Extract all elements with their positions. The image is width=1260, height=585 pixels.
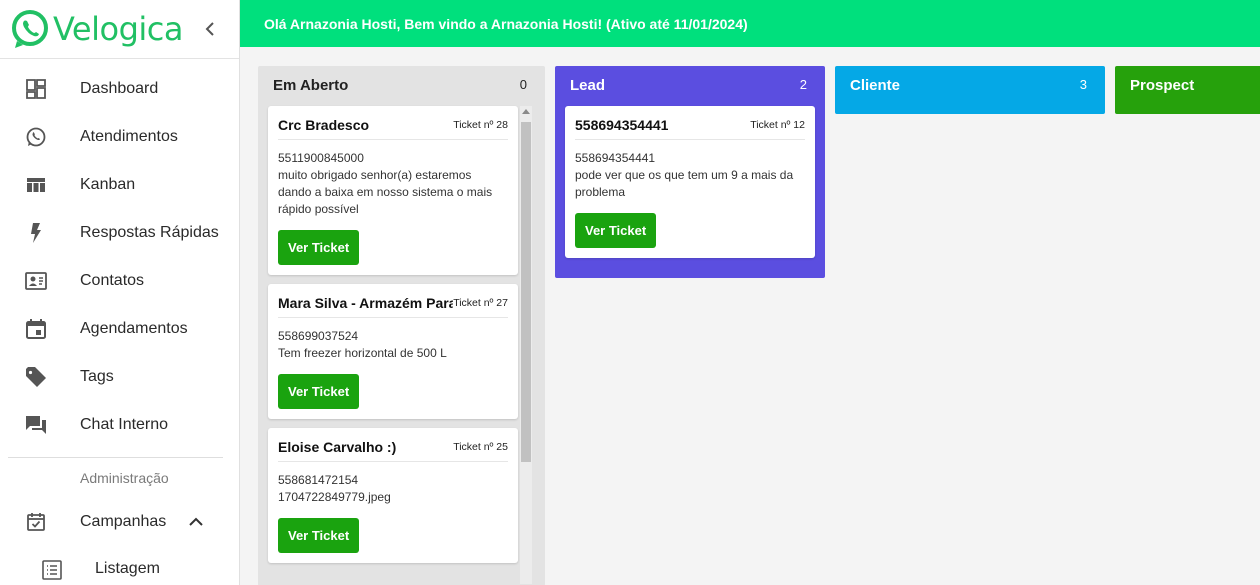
ver-ticket-button[interactable]: Ver Ticket [278,518,360,553]
column-lead: Lead 2 558694354441 Ticket nº 12 5586943… [555,66,825,278]
chevron-up-icon[interactable] [184,510,208,534]
column-title: Prospect [1130,77,1195,94]
app-logo-text: Velogica [53,10,183,48]
card-header: Mara Silva - Armazém Paraíba Ticket nº 2… [278,294,508,318]
whatsapp-logo-icon [12,10,48,48]
contact-phone: 558681472154 [278,473,359,487]
forum-icon [26,416,46,434]
last-message: 1704722849779.jpeg [278,490,391,504]
column-title: Cliente [850,77,901,94]
column-title: Lead [570,77,606,94]
ver-ticket-button[interactable]: Ver Ticket [278,374,360,409]
sidebar: Velogica Dashboard Atendimentos Kanban R… [0,0,240,585]
contact-name: Crc Bradesco [278,116,370,133]
section-title-administracao: Administração [80,470,169,486]
sidebar-item-chat-interno[interactable]: Chat Interno [0,401,239,449]
contact-phone: 558694354441 [575,151,656,165]
scrollbar-thumb[interactable] [521,122,531,462]
column-cliente: Cliente 3 [835,66,1105,114]
ticket-card[interactable]: Eloise Carvalho :) Ticket nº 25 55868147… [268,428,518,563]
calendar-icon [26,319,46,339]
sidebar-item-campanhas[interactable]: Campanhas [0,498,239,546]
column-count: 0 [519,77,527,92]
ver-ticket-button[interactable]: Ver Ticket [278,230,360,265]
sidebar-menu: Dashboard Atendimentos Kanban Respostas … [0,65,239,449]
sidebar-item-label: Kanban [80,176,136,193]
sidebar-item-label: Chat Interno [80,416,169,433]
column-header: Lead 2 [555,66,825,106]
ticket-card[interactable]: 558694354441 Ticket nº 12 558694354441 p… [565,106,815,258]
kanban-icon [27,178,45,192]
tag-icon [26,367,46,387]
contact-name: Mara Silva - Armazém Paraíba [278,294,454,311]
sidebar-item-agendamentos[interactable]: Agendamentos [0,305,239,353]
sidebar-item-tags[interactable]: Tags [0,353,239,401]
list-icon [42,560,62,580]
ticket-number: Ticket nº 27 [453,296,508,309]
sidebar-item-respostas-rapidas[interactable]: Respostas Rápidas [0,209,239,257]
contact-phone: 5511900845000 [278,151,364,165]
contact-name: Eloise Carvalho :) [278,438,397,455]
ticket-card[interactable]: Mara Silva - Armazém Paraíba Ticket nº 2… [268,284,518,419]
sidebar-item-contatos[interactable]: Contatos [0,257,239,305]
sidebar-item-label: Respostas Rápidas [80,224,219,241]
sidebar-item-kanban[interactable]: Kanban [0,161,239,209]
last-message: Tem freezer horizontal de 500 L [278,346,447,360]
sidebar-item-label: Atendimentos [80,128,178,145]
card-header: Crc Bradesco Ticket nº 28 [278,116,508,140]
ticket-card[interactable]: Crc Bradesco Ticket nº 28 5511900845000 … [268,106,518,275]
column-scrollbar[interactable] [520,106,532,584]
sidebar-item-atendimentos[interactable]: Atendimentos [0,113,239,161]
column-header: Prospect [1115,66,1260,106]
whatsapp-icon [26,127,46,147]
column-header: Cliente 3 [835,66,1105,106]
card-list: 558694354441 Ticket nº 12 558694354441 p… [565,106,815,267]
card-header: Eloise Carvalho :) Ticket nº 25 [278,438,508,462]
event-check-icon [27,513,45,531]
sidebar-item-label: Listagem [95,560,160,577]
ticket-number: Ticket nº 25 [453,440,508,453]
column-count: 2 [799,77,807,92]
dashboard-icon [26,79,46,99]
column-prospect: Prospect [1115,66,1260,114]
column-title: Em Aberto [273,77,349,94]
ver-ticket-button[interactable]: Ver Ticket [575,213,657,248]
sidebar-item-label: Campanhas [80,513,167,530]
contact-card-icon [25,272,47,290]
welcome-message: Olá Arnazonia Hosti, Bem vindo a Arnazon… [264,15,748,32]
column-em-aberto: Em Aberto 0 Crc Bradesco Ticket nº 28 55… [258,66,545,585]
contact-phone: 558699037524 [278,329,359,343]
kanban-board: Em Aberto 0 Crc Bradesco Ticket nº 28 55… [240,47,1260,585]
contact-name: 558694354441 [575,116,669,133]
scroll-up-arrow-icon[interactable] [522,109,530,114]
top-bar: Olá Arnazonia Hosti, Bem vindo a Arnazon… [240,0,1260,47]
column-count: 3 [1079,77,1087,92]
flash-icon [31,223,41,243]
last-message: pode ver que os que tem um 9 a mais da p… [575,168,794,199]
sidebar-item-dashboard[interactable]: Dashboard [0,65,239,113]
sidebar-item-label: Tags [80,368,114,385]
ticket-number: Ticket nº 12 [750,118,805,131]
chevron-left-icon[interactable] [200,17,220,41]
ticket-number: Ticket nº 28 [453,118,508,131]
sidebar-item-label: Dashboard [80,80,159,97]
column-header: Em Aberto 0 [258,66,545,106]
sidebar-subitem-listagem[interactable]: Listagem [0,546,239,585]
sidebar-item-label: Agendamentos [80,320,188,337]
card-list: Crc Bradesco Ticket nº 28 5511900845000 … [268,106,518,572]
sidebar-item-label: Contatos [80,272,145,289]
card-header: 558694354441 Ticket nº 12 [575,116,805,140]
last-message: muito obrigado senhor(a) estaremos dando… [278,168,493,216]
